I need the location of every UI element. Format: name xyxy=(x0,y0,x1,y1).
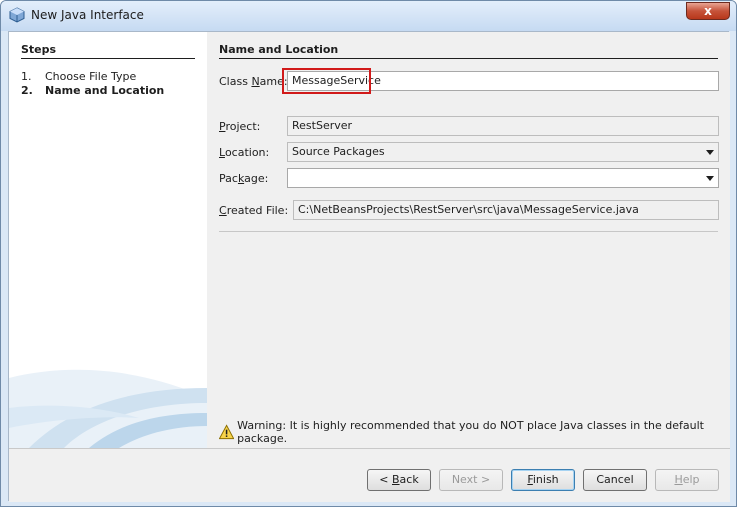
decorative-swoosh-graphic xyxy=(9,358,207,448)
step-item-choose-file-type: 1. Choose File Type xyxy=(21,70,136,83)
project-label: Project: xyxy=(219,120,261,133)
window-title: New Java Interface xyxy=(31,8,144,22)
class-name-label: Class Name: xyxy=(219,75,288,88)
netbeans-cube-icon xyxy=(9,7,25,23)
warning-text: Warning: It is highly recommended that y… xyxy=(237,419,704,445)
step-item-name-and-location: 2. Name and Location xyxy=(21,84,164,97)
step-number: 1. xyxy=(21,70,32,83)
step-label: Choose File Type xyxy=(45,70,137,83)
close-icon: x xyxy=(704,4,712,18)
created-file-field: C:\NetBeansProjects\RestServer\src\java\… xyxy=(293,200,719,220)
dialog-window: New Java Interface x Steps 1. Choose File… xyxy=(0,0,737,507)
package-combo[interactable] xyxy=(287,168,719,188)
form-divider xyxy=(219,231,718,232)
section-title: Name and Location xyxy=(219,43,339,56)
package-label: Package: xyxy=(219,172,269,185)
steps-panel: Steps 1. Choose File Type 2. Name and Loca… xyxy=(9,32,207,448)
chevron-down-icon xyxy=(706,150,714,155)
chevron-down-icon xyxy=(706,176,714,181)
steps-title: Steps xyxy=(21,43,57,56)
project-field: RestServer xyxy=(287,116,719,136)
finish-button[interactable]: Finish xyxy=(511,469,575,491)
step-label: Name and Location xyxy=(45,84,165,97)
dialog-content: Steps 1. Choose File Type 2. Name and Loca… xyxy=(8,31,730,502)
next-button[interactable]: Next > xyxy=(439,469,503,491)
location-dropdown[interactable]: Source Packages xyxy=(287,142,719,162)
button-bar: < Back Next > Finish Cancel Help xyxy=(9,448,730,502)
location-label: Location: xyxy=(219,146,270,159)
title-bar[interactable]: New Java Interface x xyxy=(1,1,736,31)
help-button[interactable]: Help xyxy=(655,469,719,491)
location-selected-value: Source Packages xyxy=(292,145,385,158)
created-file-label: Created File: xyxy=(219,204,289,217)
cancel-button[interactable]: Cancel xyxy=(583,469,647,491)
section-divider xyxy=(219,58,718,59)
close-button[interactable]: x xyxy=(686,2,730,20)
warning-message: Warning: It is highly recommended that y… xyxy=(219,419,730,445)
step-number: 2. xyxy=(21,84,33,97)
highlight-annotation-box xyxy=(282,68,371,94)
back-button[interactable]: < Back xyxy=(367,469,431,491)
steps-divider xyxy=(21,58,195,59)
warning-icon xyxy=(219,424,235,440)
main-panel: Name and Location Class Name: MessageSer… xyxy=(207,32,730,448)
